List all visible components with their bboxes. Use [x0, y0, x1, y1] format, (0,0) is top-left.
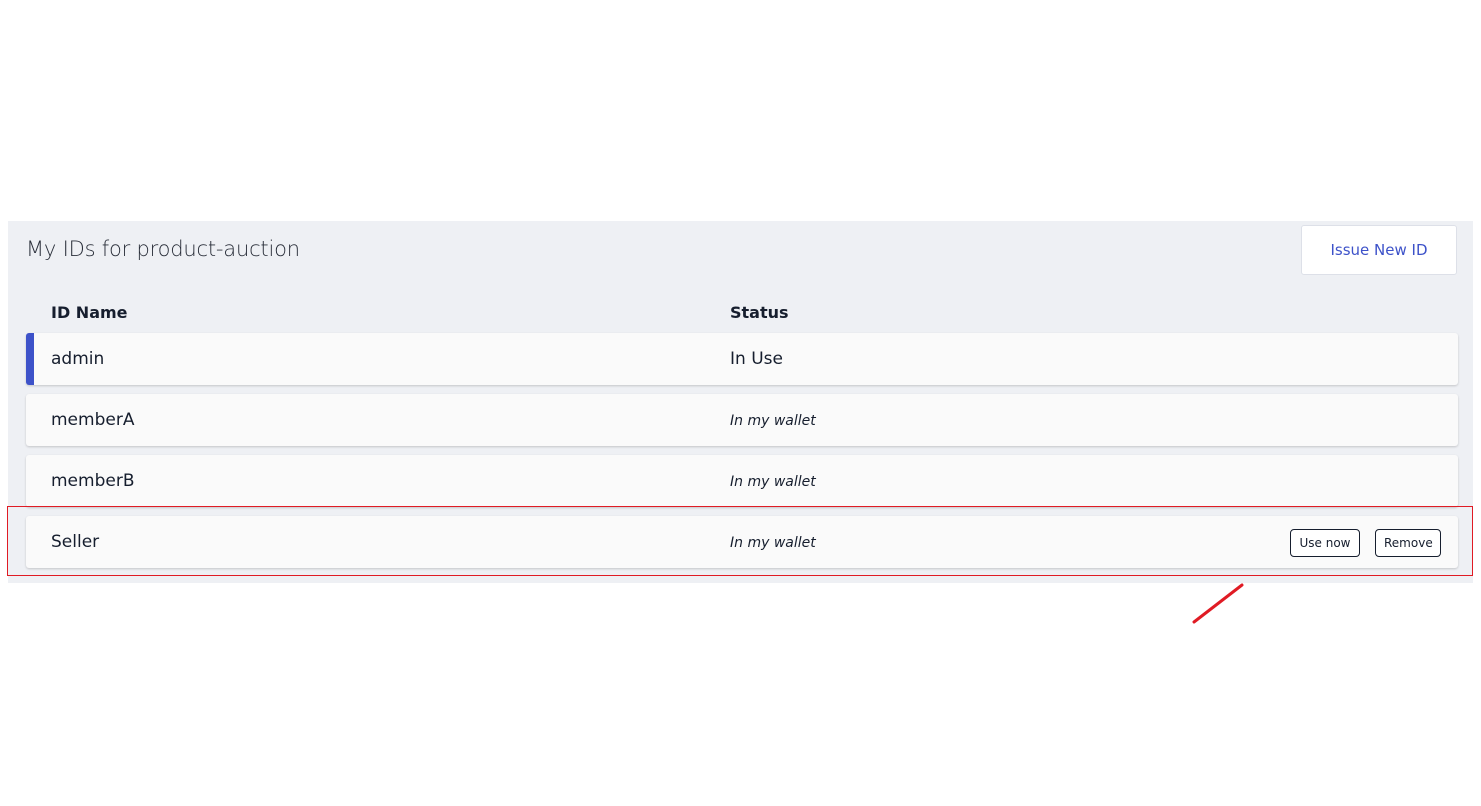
use-now-button[interactable]: Use now [1290, 529, 1360, 557]
row-id-name: Seller [51, 532, 100, 552]
remove-button[interactable]: Remove [1375, 529, 1441, 557]
table-row-seller[interactable]: Seller In my wallet Use now Remove [26, 516, 1458, 568]
row-status: In Use [730, 349, 783, 369]
row-status: In my wallet [730, 474, 816, 490]
table-row-memberb[interactable]: memberB In my wallet [26, 455, 1458, 507]
annotation-arrow-icon [1192, 583, 1244, 624]
issue-new-id-button[interactable]: Issue New ID [1301, 225, 1457, 275]
table-row-admin[interactable]: admin In Use [26, 333, 1458, 385]
table-row-membera[interactable]: memberA In my wallet [26, 394, 1458, 446]
column-header-status: Status [730, 303, 789, 322]
column-header-id-name: ID Name [51, 303, 128, 322]
ids-panel: My IDs for product-auction Issue New ID … [8, 221, 1473, 583]
page-title: My IDs for product-auction [26, 237, 300, 261]
row-id-name: admin [51, 349, 105, 369]
row-id-name: memberA [51, 410, 135, 430]
row-status: In my wallet [730, 413, 816, 429]
row-status: In my wallet [730, 535, 816, 551]
row-id-name: memberB [51, 471, 135, 491]
